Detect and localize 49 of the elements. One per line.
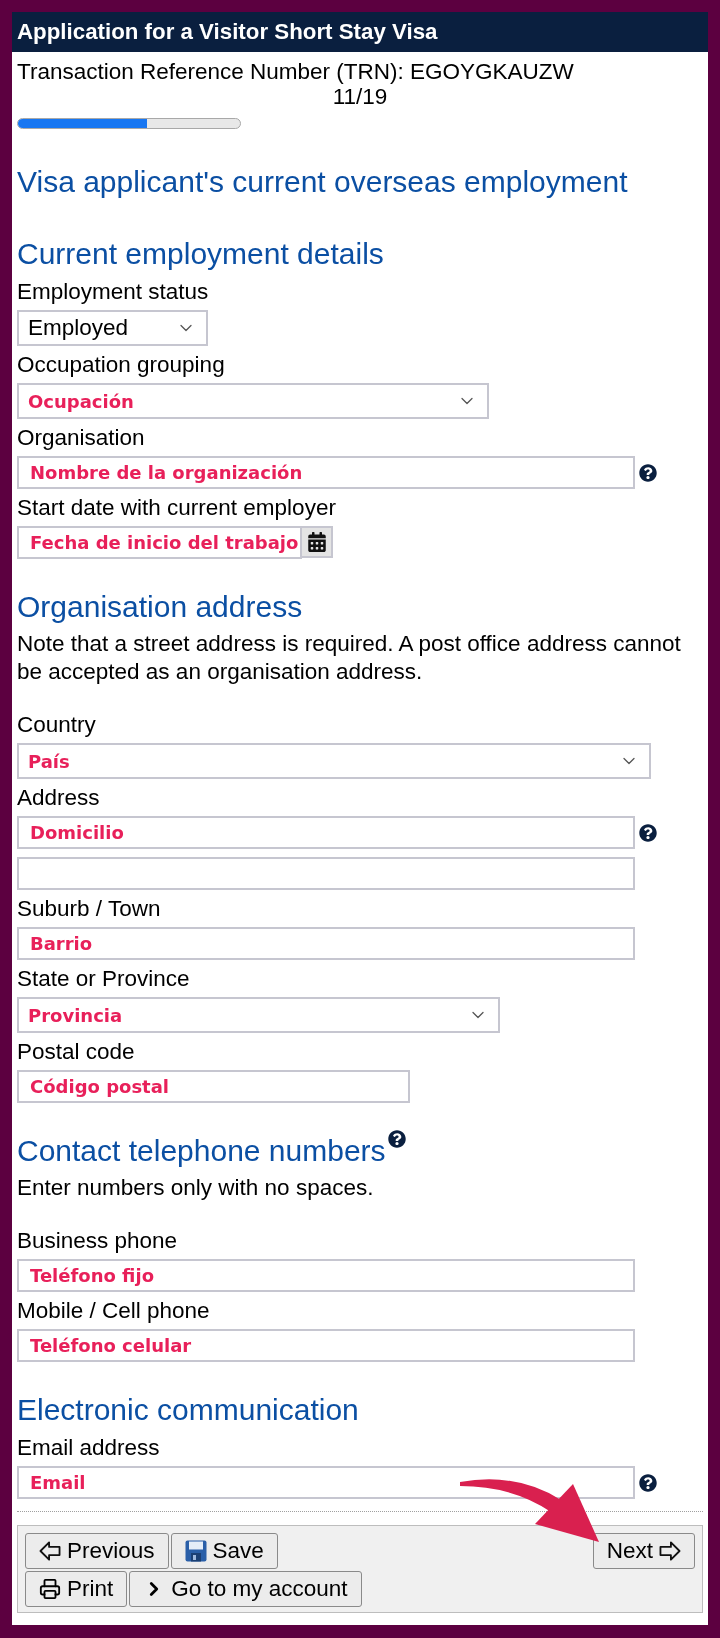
section-heading: Electronic communication [17,1392,359,1428]
field-label: Organisation [17,425,146,451]
text-input[interactable]: Barrio [17,927,635,960]
text-input[interactable]: Teléfono fijo [17,1259,635,1292]
text-input[interactable] [17,857,635,890]
field-label: Business phone [17,1228,179,1254]
right-arrow-icon [659,1541,681,1561]
text-input[interactable]: Domicilio [17,816,635,849]
dropdown[interactable]: Provincia [17,997,500,1033]
field-label: Occupation grouping [17,352,226,378]
help-icon[interactable] [639,463,657,482]
dropdown[interactable]: País [17,743,651,779]
date-input[interactable]: Fecha de inicio del trabajo [17,526,302,559]
field-label: Country [17,712,97,738]
text-input[interactable]: Código postal [17,1070,410,1103]
text-input[interactable]: Teléfono celular [17,1329,635,1362]
field-label: Mobile / Cell phone [17,1298,211,1324]
save-button[interactable]: Save [170,1533,278,1569]
window-title: Application for a Visitor Short Stay Visa [17,19,438,45]
text-input[interactable]: Email [17,1466,635,1499]
calendar-button[interactable] [302,526,333,558]
previous-button[interactable]: Previous [25,1533,169,1569]
transaction-reference: Transaction Reference Number (TRN): EGOYGKAUZW [17,59,575,84]
field-label: Start date with current employer [17,495,337,521]
next-button[interactable]: Next [592,1533,695,1569]
field-label: Email address [17,1435,161,1461]
field-label: Suburb / Town [17,896,162,922]
page-title: Visa applicant's current overseas employment [17,164,629,200]
note-text: Enter numbers only with no spaces. [17,1174,375,1202]
help-icon[interactable] [639,1473,657,1492]
help-icon[interactable] [639,823,657,842]
section-heading: Current employment details [17,236,384,272]
field-label: Postal code [17,1039,136,1065]
field-label: State or Province [17,966,191,992]
help-icon[interactable] [387,1130,406,1148]
printer-icon [39,1578,61,1600]
left-arrow-icon [39,1541,61,1561]
step-counter: 11/19 [331,84,389,109]
section-heading: Organisation address [17,589,303,625]
text-input[interactable]: Nombre de la organización [17,456,635,489]
dropdown[interactable]: Ocupación [17,383,489,419]
calendar-icon [307,532,326,552]
field-label: Employment status [17,279,210,305]
section-heading: Contact telephone numbers [17,1133,386,1169]
dropdown[interactable]: Employed [17,310,208,346]
field-label: Address [17,785,101,811]
print-button[interactable]: Print [25,1571,128,1607]
account-button[interactable]: Go to my account [129,1571,362,1607]
note-text: Note that a street address is required. A post office address cannot be accepted as an organisation address. [17,630,682,686]
